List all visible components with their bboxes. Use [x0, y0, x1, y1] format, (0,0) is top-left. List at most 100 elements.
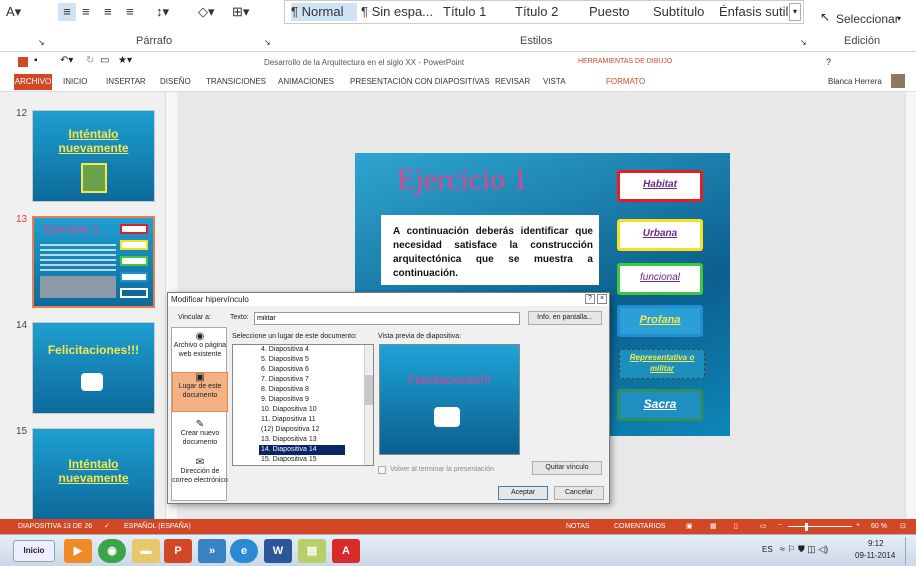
list-item[interactable]: 9. Diapositiva 9 — [233, 395, 373, 405]
list-item[interactable]: 7. Diapositiva 7 — [233, 375, 373, 385]
style-subtitulo[interactable]: Subtítulo — [653, 3, 704, 21]
texto-input[interactable] — [254, 312, 520, 325]
tab-animaciones[interactable]: ANIMACIONES — [278, 77, 334, 86]
close-icon[interactable]: × — [597, 294, 607, 304]
list-item-selected[interactable]: 14. Diapositiva 14 — [259, 445, 345, 455]
answer-habitat[interactable]: Habitat — [617, 170, 703, 202]
fit-slide-icon[interactable]: ⊡ — [900, 522, 906, 530]
answer-profana[interactable]: Profana — [617, 305, 703, 337]
borders-icon[interactable]: ⊞▾ — [232, 3, 249, 21]
redo-icon[interactable]: ↻ — [86, 55, 94, 66]
dialog-launcher-icon[interactable]: ↘ — [264, 38, 271, 47]
font-color-icon[interactable]: A▾ — [6, 3, 21, 21]
save-icon[interactable]: ▪ — [34, 55, 38, 66]
tab-insertar[interactable]: INSERTAR — [106, 77, 146, 86]
list-scrollbar[interactable] — [364, 345, 373, 465]
list-item[interactable]: 11. Diapositiva 11 — [233, 415, 373, 425]
link-option-correo[interactable]: ✉ Dirección de correo electrónico — [172, 458, 228, 485]
spelling-icon[interactable]: ✓ — [104, 522, 110, 530]
comentarios-button[interactable]: COMENTARIOS — [614, 523, 666, 530]
reading-view-icon[interactable]: ▯ — [734, 522, 738, 530]
ds-icon[interactable]: » — [198, 539, 226, 563]
align-right-icon[interactable]: ≡ — [104, 3, 112, 21]
answer-representativa-selected[interactable]: Representativa o militar — [619, 349, 705, 379]
cancelar-button[interactable]: Cancelar — [554, 486, 604, 500]
list-item[interactable]: 8. Diapositiva 8 — [233, 385, 373, 395]
info-pantalla-button[interactable]: Info. en pantalla... — [528, 311, 602, 325]
clock-time[interactable]: 9:12 — [868, 539, 884, 548]
ie-icon[interactable]: e — [230, 539, 258, 563]
list-item[interactable]: (12) Diapositiva 12 — [233, 425, 373, 435]
dialog-launcher-icon[interactable]: ↘ — [38, 38, 45, 47]
clock-date[interactable]: 09-11-2014 — [855, 551, 895, 560]
dialog-launcher-icon[interactable]: ↘ — [800, 38, 807, 47]
help-icon[interactable]: ? — [585, 294, 595, 304]
link-option-lugar-selected[interactable]: ▣ Lugar de este documento — [172, 372, 228, 412]
tab-vista[interactable]: VISTA — [543, 77, 566, 86]
link-option-nuevo[interactable]: ✎ Crear nuevo documento — [172, 420, 228, 447]
powerpoint-icon[interactable]: P — [164, 539, 192, 563]
list-item[interactable]: 15. Diapositiva 15 — [233, 455, 373, 465]
language-status[interactable]: ESPAÑOL (ESPAÑA) — [124, 523, 191, 530]
word-icon[interactable]: W — [264, 539, 292, 563]
editor-scrollbar[interactable] — [905, 92, 916, 519]
style-titulo-1[interactable]: Título 1 — [443, 3, 486, 21]
customize-icon[interactable]: ★▾ — [118, 55, 132, 66]
styles-scroll-icon[interactable]: ▾ — [789, 3, 801, 21]
tab-inicio[interactable]: INICIO — [63, 77, 87, 86]
line-spacing-icon[interactable]: ↕▾ — [156, 3, 169, 21]
slideshow-icon[interactable]: ▭ — [100, 55, 109, 66]
style-enfasis-sutil[interactable]: Énfasis sutil — [719, 3, 788, 21]
answer-urbana[interactable]: Urbana — [617, 219, 703, 251]
sorter-view-icon[interactable]: ▦ — [710, 522, 717, 530]
list-item[interactable]: 5. Diapositiva 5 — [233, 355, 373, 365]
scroll-thumb[interactable] — [365, 375, 373, 405]
undo-icon[interactable]: ↶▾ — [60, 55, 73, 66]
style-puesto[interactable]: Puesto — [589, 3, 629, 21]
list-item[interactable]: 13. Diapositiva 13 — [233, 435, 373, 445]
normal-view-icon[interactable]: ▣ — [686, 522, 693, 530]
acrobat-icon[interactable]: A — [332, 539, 360, 563]
slide-list[interactable]: 4. Diapositiva 4 5. Diapositiva 5 6. Dia… — [232, 344, 374, 466]
avatar[interactable] — [891, 74, 905, 88]
style-titulo-2[interactable]: Título 2 — [515, 3, 558, 21]
tab-diseno[interactable]: DISEÑO — [160, 77, 191, 86]
justify-icon[interactable]: ≡ — [126, 3, 134, 21]
align-center-icon[interactable]: ≡ — [82, 3, 90, 21]
shading-icon[interactable]: ◇▾ — [198, 3, 215, 21]
slide-thumbnail-14[interactable]: Felicitaciones!!! — [32, 322, 155, 414]
tab-revisar[interactable]: REVISAR — [495, 77, 530, 86]
slide-body-box[interactable]: A continuación deberás identificar que n… — [381, 215, 599, 285]
zoom-in-icon[interactable]: + — [856, 522, 860, 529]
zoom-slider[interactable] — [788, 526, 852, 527]
quitar-vinculo-button[interactable]: Quitar vínculo — [532, 461, 602, 475]
volver-checkbox[interactable] — [378, 466, 386, 474]
media-player-icon[interactable]: ▶ — [64, 539, 92, 563]
answer-sacra[interactable]: Sacra — [617, 389, 703, 421]
slideshow-view-icon[interactable]: ▭ — [760, 522, 767, 530]
answer-funcional[interactable]: funcional — [617, 263, 703, 295]
chrome-icon[interactable]: ◉ — [98, 539, 126, 563]
zoom-thumb[interactable] — [805, 523, 808, 531]
slide-title[interactable]: Ejercicio 1 — [397, 163, 528, 197]
select-button[interactable]: Seleccionar — [836, 12, 899, 26]
tab-formato[interactable]: FORMATO — [606, 77, 645, 86]
notas-button[interactable]: NOTAS — [566, 523, 590, 530]
slide-thumbnail-12[interactable]: Inténtalo nuevamente — [32, 110, 155, 202]
link-option-archivo[interactable]: ◉ Archivo o página web existente — [172, 332, 228, 359]
tray-icons[interactable]: ≈ ⚐ ⛊ ◫ ◁) — [780, 544, 828, 555]
tab-archivo[interactable]: ARCHIVO — [14, 74, 52, 90]
slide-thumbnail-13-selected[interactable]: Ejercicio 1 — [32, 216, 155, 308]
style-normal[interactable]: ¶ Normal — [291, 3, 357, 21]
user-name[interactable]: Blanca Herrera — [828, 77, 882, 86]
tab-presentacion[interactable]: PRESENTACIÓN CON DIAPOSITIVAS — [350, 77, 490, 86]
list-item[interactable]: 10. Diapositiva 10 — [233, 405, 373, 415]
explorer-icon[interactable]: ▬ — [132, 539, 160, 563]
help-icon[interactable]: ? — [826, 57, 831, 67]
zoom-out-icon[interactable]: − — [778, 522, 782, 529]
slide-thumbnail-15[interactable]: Inténtalo nuevamente — [32, 428, 155, 520]
sticky-notes-icon[interactable]: ▤ — [298, 539, 326, 563]
show-desktop-button[interactable] — [905, 537, 915, 565]
list-item[interactable]: 4. Diapositiva 4 — [233, 345, 373, 355]
list-item[interactable]: 6. Diapositiva 6 — [233, 365, 373, 375]
